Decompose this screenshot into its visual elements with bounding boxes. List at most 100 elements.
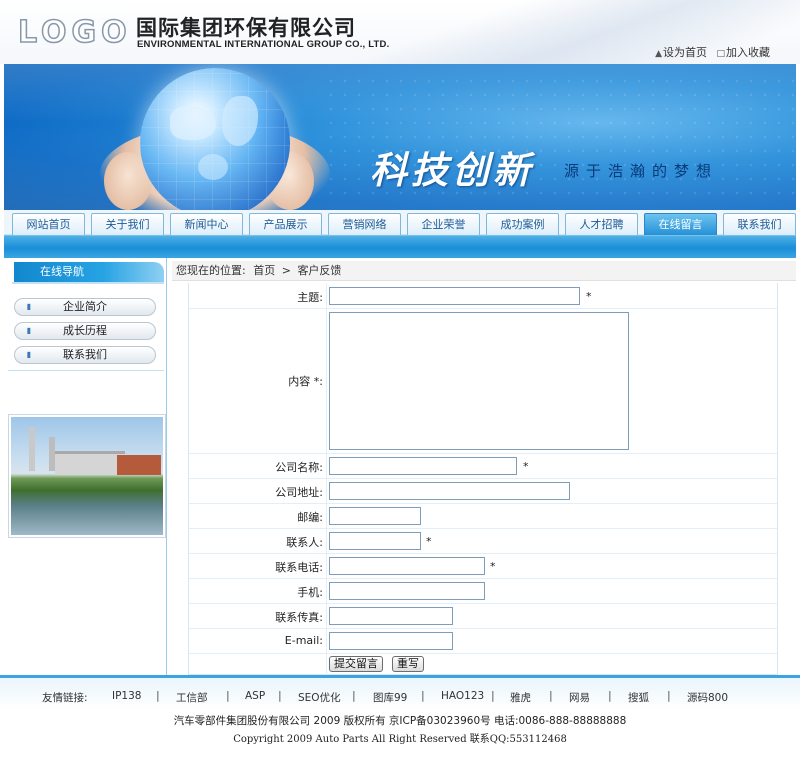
required-mark: * [523,460,529,473]
form-row-mobile: 手机: [189,579,777,604]
form-row-subject: 主题: * [189,283,777,309]
breadcrumb-prefix: 您现在的位置: [176,264,246,277]
top-links: ▲设为首页 □加入收藏 [649,44,770,60]
link-separator: | [421,689,425,702]
required-mark: * [586,290,592,303]
sidebar-item-label: 企业简介 [63,300,107,313]
link-separator: | [278,689,282,702]
required-mark: * [490,560,496,573]
sidebar-title: 在线导航 [14,262,164,282]
nav-item-products[interactable]: 产品展示 [249,213,322,235]
fax-label: 联系传真: [275,611,323,624]
copyright-en: Copyright 2009 Auto Parts All Right Rese… [233,734,567,745]
form-row-actions: 提交留言 重写 [189,654,777,675]
set-home-label: 设为首页 [662,46,707,59]
main-nav: 网站首页 关于我们 新闻中心 产品展示 营销网络 企业荣誉 成功案例 人才招聘 … [4,210,796,258]
friend-link-yahoo[interactable]: 雅虎 [510,690,531,705]
company-input[interactable] [329,457,517,475]
form-row-address: 公司地址: [189,479,777,504]
friend-link-tuku99[interactable]: 图库99 [373,690,407,705]
mobile-label: 手机: [297,586,323,599]
set-home-link[interactable]: ▲设为首页 [655,46,707,59]
friend-links-bar: 友情链接: IP138 | 工信部 | ASP | SEO优化 | 图库99 |… [0,678,800,711]
link-separator: | [491,689,495,702]
add-favorite-label: 加入收藏 [726,46,770,59]
folder-icon: □ [716,49,725,59]
email-input[interactable] [329,632,453,650]
bar-chart-icon: ▮ [26,302,32,311]
content-label: 内容 *: [288,375,323,388]
company-label: 公司名称: [275,461,323,474]
subject-label: 主题: [297,291,323,304]
contact-input[interactable] [329,532,421,550]
required-mark: * [426,535,432,548]
friend-link-netease[interactable]: 网易 [569,690,590,705]
contact-label: 联系人: [286,536,323,549]
friend-link-seo[interactable]: SEO优化 [298,690,341,705]
company-name-cn: 国际集团环保有限公司 [136,16,356,40]
factory-photo [11,417,163,535]
link-separator: | [156,689,160,702]
left-sidebar: 在线导航 ▮ 企业简介 ▮ 成长历程 ▮ 联系我们 [4,258,167,675]
form-row-zip: 邮编: [189,504,777,529]
nav-item-cases[interactable]: 成功案例 [486,213,559,235]
nav-item-jobs[interactable]: 人才招聘 [565,213,638,235]
site-header: LOGO 国际集团环保有限公司 ENVIRONMENTAL INTERNATIO… [0,0,800,64]
reset-button[interactable]: 重写 [392,656,424,672]
nav-item-marketing[interactable]: 营销网络 [328,213,401,235]
friend-link-ip138[interactable]: IP138 [112,690,141,702]
bar-chart-icon: ▮ [26,350,32,359]
phone-input[interactable] [329,557,485,575]
friend-link-sohu[interactable]: 搜狐 [628,690,649,705]
link-separator: | [608,689,612,702]
breadcrumb: 您现在的位置: 首页 > 客户反馈 [172,261,796,281]
sidebar-item-history[interactable]: ▮ 成长历程 [14,322,156,340]
add-favorite-link[interactable]: □加入收藏 [716,46,770,59]
bar-chart-icon: ▮ [26,326,32,335]
company-name-en: ENVIRONMENTAL INTERNATIONAL GROUP CO., L… [137,39,390,50]
sidebar-item-label: 联系我们 [63,348,107,361]
sidebar-item-profile[interactable]: ▮ 企业简介 [14,298,156,316]
sidebar-photo-frame [8,414,166,538]
form-row-fax: 联系传真: [189,604,777,629]
nav-item-home[interactable]: 网站首页 [12,213,85,235]
link-separator: | [549,689,553,702]
banner-slogan-main: 科技创新 [370,148,534,192]
friend-link-code800[interactable]: 源码800 [687,690,728,705]
sidebar-item-label: 成长历程 [63,324,107,337]
nav-item-news[interactable]: 新闻中心 [170,213,243,235]
link-separator: | [226,689,230,702]
address-input[interactable] [329,482,570,500]
site-footer: 友情链接: IP138 | 工信部 | ASP | SEO优化 | 图库99 |… [0,675,800,763]
friend-link-hao123[interactable]: HAO123 [441,690,484,702]
phone-label: 联系电话: [275,561,323,574]
content-textarea[interactable] [329,312,629,450]
form-row-content: 内容 *: [189,309,777,454]
logo[interactable]: LOGO [17,16,127,50]
hero-banner: 科技创新 源于浩瀚的梦想 [4,64,796,210]
submit-button[interactable]: 提交留言 [329,656,383,672]
nav-item-about[interactable]: 关于我们 [91,213,164,235]
friend-link-asp[interactable]: ASP [245,690,265,702]
link-separator: | [667,689,671,702]
address-label: 公司地址: [275,486,323,499]
friend-links-label: 友情链接: [42,692,88,704]
friend-link-miit[interactable]: 工信部 [176,690,208,705]
zip-label: 邮编: [297,511,323,524]
zip-input[interactable] [329,507,421,525]
email-label: E-mail: [284,634,323,647]
nav-item-honors[interactable]: 企业荣誉 [407,213,480,235]
fax-input[interactable] [329,607,453,625]
nav-item-message[interactable]: 在线留言 [644,213,717,235]
breadcrumb-home[interactable]: 首页 [253,264,275,277]
feedback-form: 主题: * 内容 *: 公司名称: * 公司地址: 邮编: 联系人: * 联系电… [188,283,778,675]
nav-item-contact[interactable]: 联系我们 [723,213,796,235]
breadcrumb-current: 客户反馈 [297,264,342,277]
mobile-input[interactable] [329,582,485,600]
sidebar-item-contact[interactable]: ▮ 联系我们 [14,346,156,364]
form-row-contact: 联系人: * [189,529,777,554]
subject-input[interactable] [329,287,580,305]
banner-slogan-sub: 源于浩瀚的梦想 [564,162,719,180]
form-row-company: 公司名称: * [189,454,777,479]
breadcrumb-separator: > [281,264,291,277]
